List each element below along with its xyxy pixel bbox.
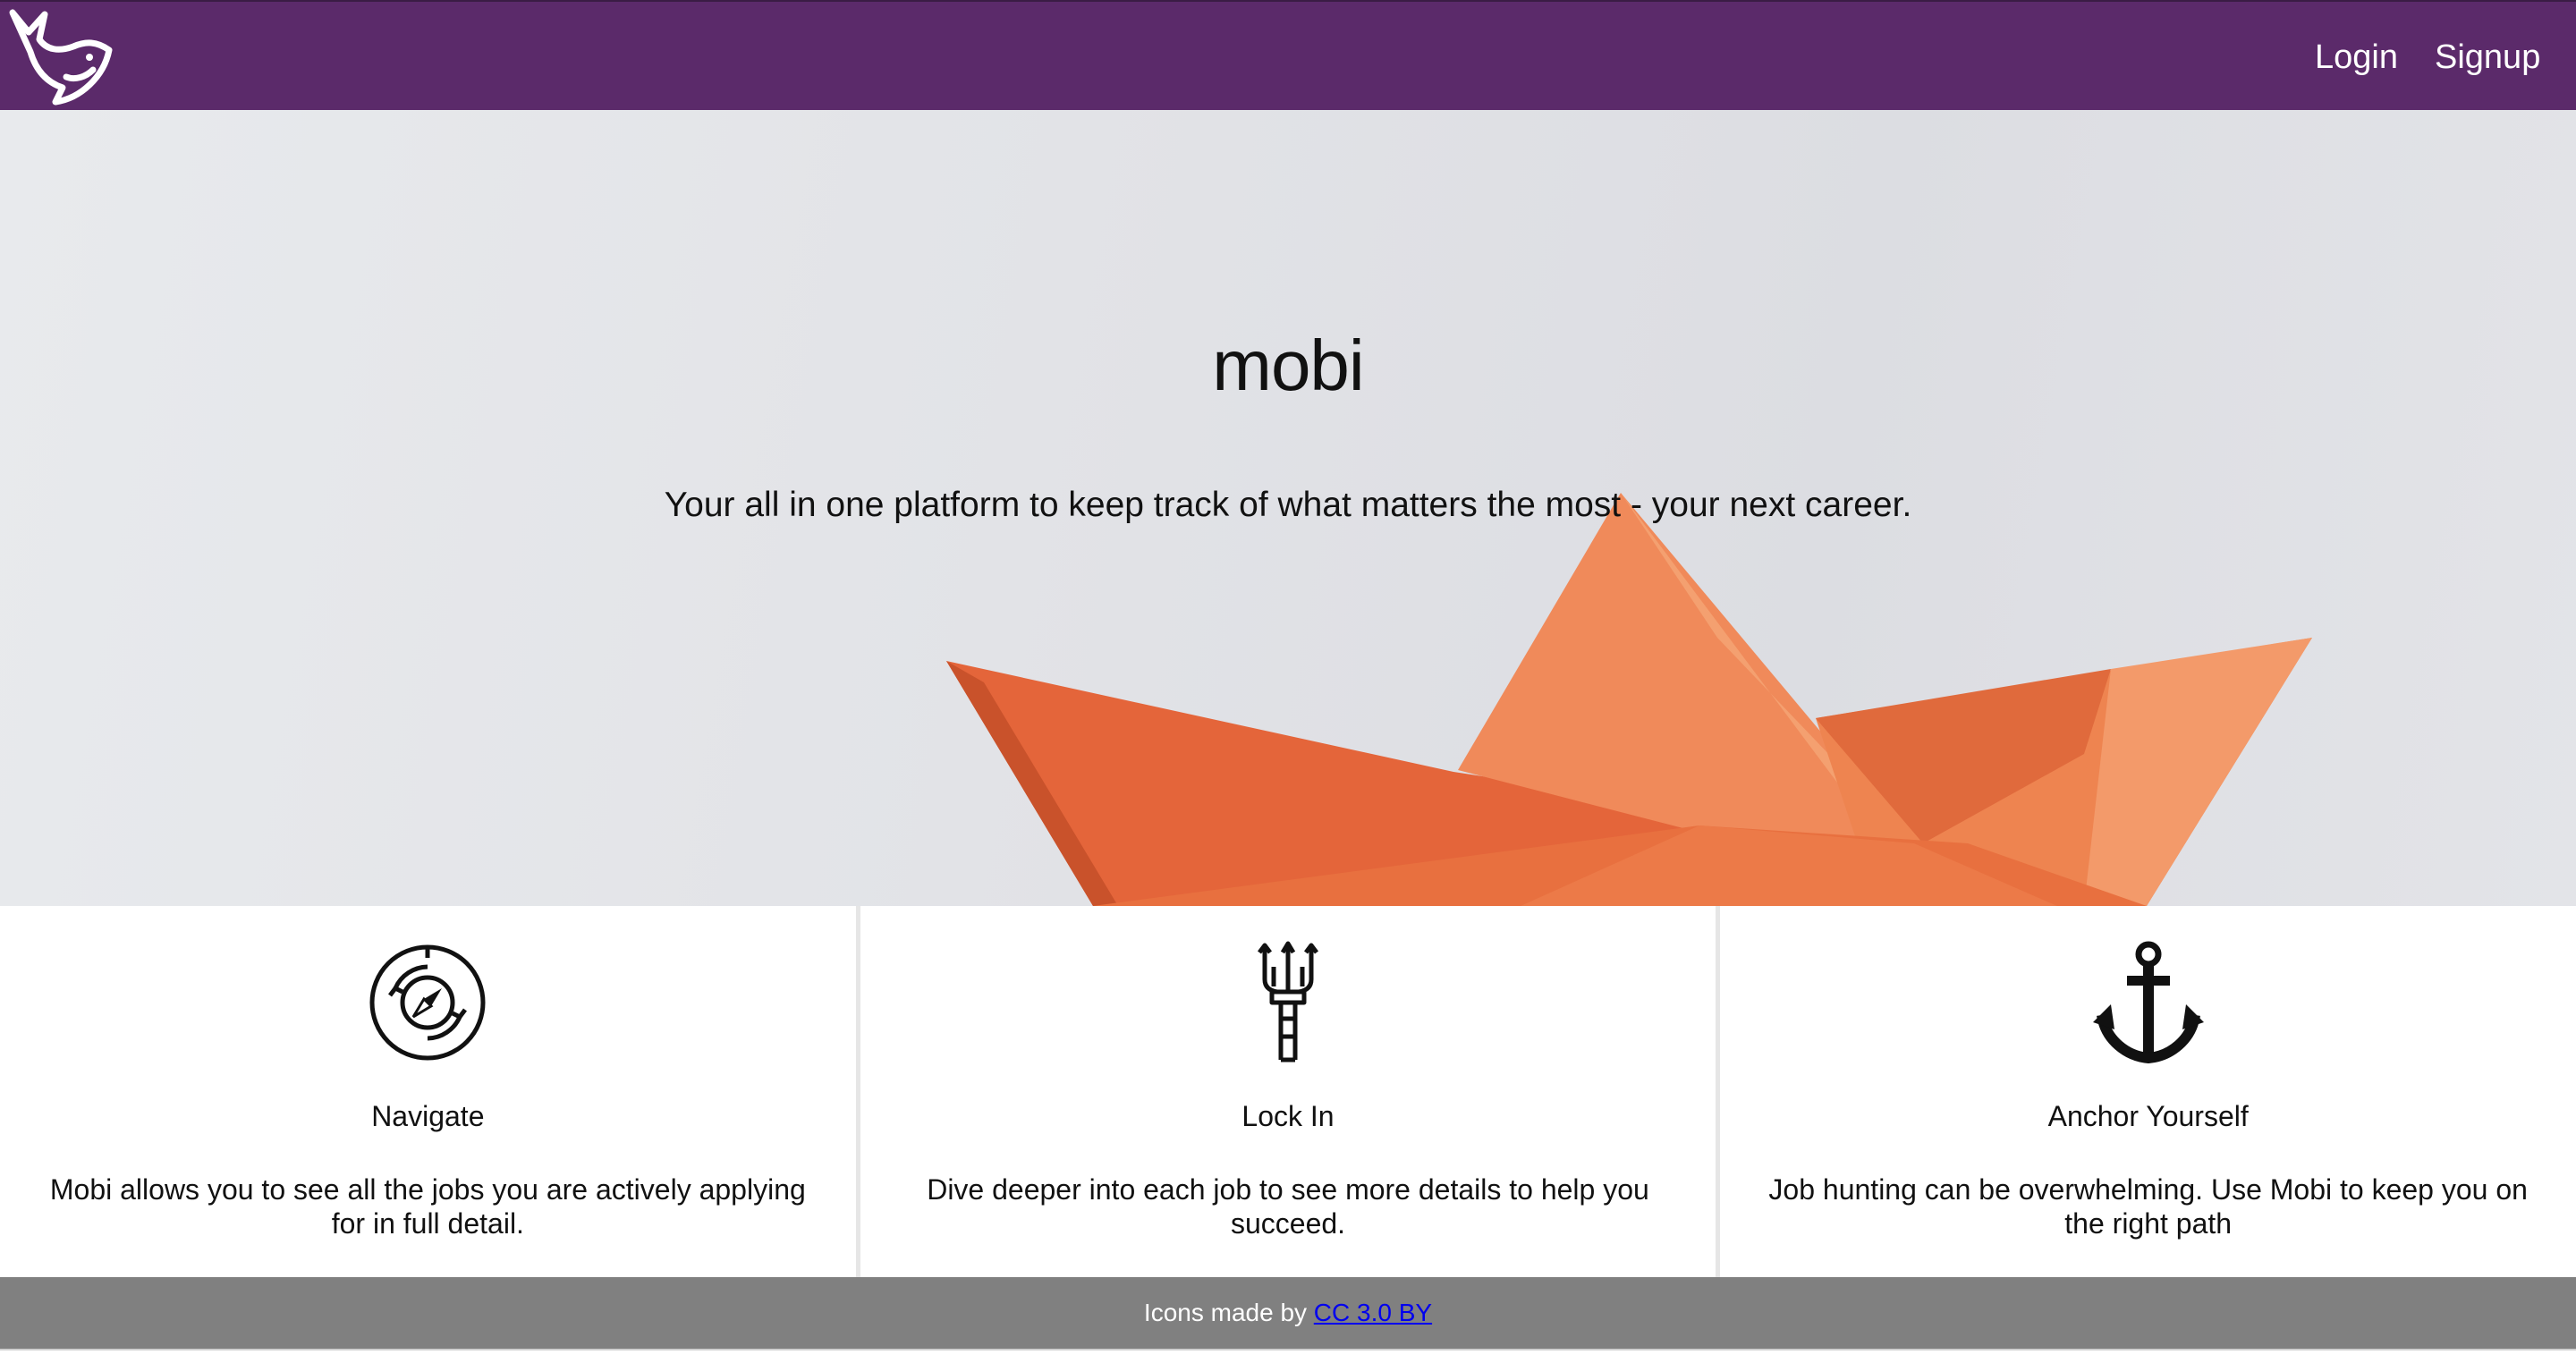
feature-description: Mobi allows you to see all the jobs you … [49, 1173, 806, 1240]
hero-tagline: Your all in one platform to keep track o… [664, 486, 1912, 524]
login-link[interactable]: Login [2315, 38, 2398, 77]
feature-description: Dive deeper into each job to see more de… [927, 1173, 1649, 1240]
feature-navigate: Navigate Mobi allows you to see all the … [0, 906, 856, 1277]
bottom-divider [0, 1349, 2576, 1363]
hero-section: mobi Your all in one platform to keep tr… [0, 110, 2576, 906]
hero-title: mobi [1212, 326, 1364, 405]
feature-title: Anchor Yourself [2047, 1100, 2249, 1132]
signup-link[interactable]: Signup [2435, 38, 2540, 77]
footer-credit-text: Icons made by [1143, 1299, 1314, 1326]
feature-title: Navigate [371, 1100, 485, 1132]
top-navbar: Login Signup [0, 0, 2576, 110]
anchor-icon [2086, 940, 2211, 1065]
license-link[interactable]: CC 3.0 BY [1314, 1299, 1432, 1326]
feature-title: Lock In [1241, 1100, 1335, 1132]
footer: Icons made by CC 3.0 BY [0, 1277, 2576, 1349]
whale-icon[interactable] [4, 5, 116, 109]
feature-anchor-yourself: Anchor Yourself Job hunting can be overw… [1716, 906, 2576, 1277]
feature-description: Job hunting can be overwhelming. Use Mob… [1768, 1173, 2528, 1240]
trident-icon [1225, 940, 1351, 1065]
features-section: Navigate Mobi allows you to see all the … [0, 906, 2576, 1277]
compass-icon [365, 940, 490, 1065]
feature-lock-in: Lock In Dive deeper into each job to see… [855, 906, 1716, 1277]
